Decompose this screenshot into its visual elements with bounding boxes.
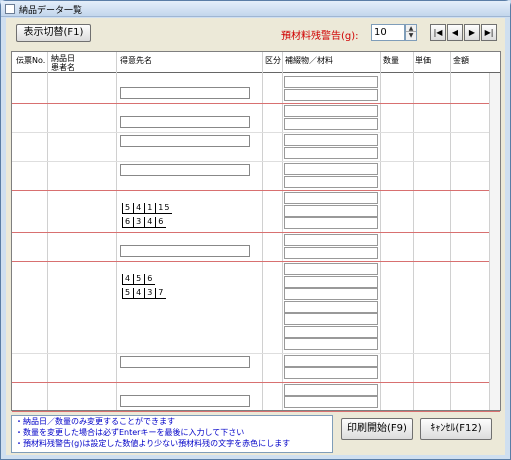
customer-detail-field[interactable] bbox=[120, 355, 250, 368]
col-divider bbox=[413, 52, 414, 410]
material-name bbox=[284, 234, 378, 246]
material-name bbox=[284, 354, 378, 367]
col-divider bbox=[262, 52, 263, 410]
material-name bbox=[284, 325, 378, 338]
tooth-code-digit: 4 bbox=[144, 217, 156, 228]
col-header-qty: 数量 bbox=[383, 56, 399, 65]
col-header-date: 納品日 bbox=[51, 54, 75, 63]
warning-threshold-label: 預材料残警告(g): bbox=[281, 31, 359, 42]
window-title: 納品データ一覧 bbox=[19, 6, 83, 16]
tooth-code-lower: 5437 bbox=[122, 288, 167, 299]
tooth-code-digit: 5 bbox=[122, 288, 134, 299]
tooth-code-digit: 3 bbox=[144, 288, 156, 299]
col-header-slip: 伝票No. bbox=[16, 56, 46, 65]
tooth-code-lower: 6346 bbox=[122, 217, 167, 228]
tooth-code-digit: 5 bbox=[133, 274, 145, 285]
material-name bbox=[284, 204, 378, 217]
material-name bbox=[284, 263, 378, 275]
row-divider bbox=[12, 161, 500, 162]
customer-detail-field[interactable] bbox=[120, 135, 250, 147]
material-name bbox=[284, 288, 378, 300]
nav-prev-button[interactable]: ◀ bbox=[447, 24, 463, 41]
tooth-code-digit: 7 bbox=[155, 288, 167, 299]
material-name bbox=[284, 246, 378, 259]
toggle-view-button[interactable]: 表示切替(F1) bbox=[16, 24, 91, 42]
vertical-scrollbar[interactable] bbox=[489, 73, 500, 410]
notes-panel: ・納品日／数量のみ変更することができます ・数量を変更した場合は必ずEnterキ… bbox=[11, 415, 333, 453]
tooth-code-digit: 1 bbox=[144, 203, 156, 214]
col-header-customer: 得意先名 bbox=[120, 56, 152, 65]
delivery-grid: 伝票No. 納品日 患者名 得意先名 区分 補綴物／材料 数量 単価 金額 54… bbox=[11, 51, 501, 412]
col-divider bbox=[450, 52, 451, 410]
print-button[interactable]: 印刷開始(F9) bbox=[341, 418, 413, 440]
material-name bbox=[284, 175, 378, 188]
col-header-material: 補綴物／材料 bbox=[285, 56, 333, 65]
material-name bbox=[284, 217, 378, 229]
row-divider bbox=[12, 410, 500, 412]
note-line: ・数量を変更した場合は必ずEnterキーを最後に入力して下さい bbox=[15, 428, 245, 437]
tooth-code-upper: 5 4 1 15 bbox=[122, 203, 173, 214]
customer-detail-field[interactable] bbox=[120, 87, 250, 99]
cancel-button[interactable]: ｷｬﾝｾﾙ(F12) bbox=[420, 418, 492, 440]
customer-detail-field[interactable] bbox=[120, 116, 250, 128]
material-name bbox=[284, 105, 378, 117]
client-area: 表示切替(F1) 預材料残警告(g): 10 ▲ ▼ |◀ ◀ ▶ ▶| 伝票N… bbox=[6, 18, 505, 455]
material-name bbox=[284, 367, 378, 379]
note-line: ・納品日／数量のみ変更することができます bbox=[15, 417, 175, 426]
col-divider bbox=[116, 52, 117, 410]
app-icon bbox=[5, 4, 15, 14]
material-name bbox=[284, 338, 378, 350]
tooth-code-digit: 15 bbox=[155, 203, 173, 214]
tooth-code-digit: 6 bbox=[144, 274, 156, 285]
customer-detail-field[interactable] bbox=[120, 245, 250, 257]
nav-next-button[interactable]: ▶ bbox=[464, 24, 480, 41]
material-name bbox=[284, 275, 378, 288]
customer-detail-field[interactable] bbox=[120, 164, 250, 176]
tooth-code-digit: 4 bbox=[133, 288, 145, 299]
col-divider bbox=[47, 52, 48, 410]
warning-threshold-input[interactable]: 10 bbox=[371, 24, 405, 41]
col-divider bbox=[380, 52, 381, 410]
row-divider bbox=[12, 381, 500, 383]
spin-down-icon[interactable]: ▼ bbox=[406, 32, 416, 39]
col-divider bbox=[282, 52, 283, 410]
tooth-code-digit: 6 bbox=[122, 217, 134, 228]
tooth-code-digit: 4 bbox=[133, 203, 145, 214]
tooth-code-digit: 4 bbox=[122, 274, 134, 285]
row-divider bbox=[12, 132, 500, 133]
material-name bbox=[284, 117, 378, 130]
tooth-code-upper: 456 bbox=[122, 274, 156, 285]
customer-detail-field[interactable] bbox=[120, 394, 250, 407]
title-bar: 納品データ一覧 bbox=[1, 1, 510, 17]
col-header-amount: 金額 bbox=[453, 56, 469, 65]
material-name bbox=[284, 300, 378, 313]
nav-last-button[interactable]: ▶| bbox=[481, 24, 497, 41]
main-window: 納品データ一覧 表示切替(F1) 預材料残警告(g): 10 ▲ ▼ |◀ ◀ … bbox=[0, 0, 511, 460]
header-divider bbox=[12, 72, 500, 73]
material-name bbox=[284, 76, 378, 88]
tooth-code-digit: 5 bbox=[122, 203, 134, 214]
warning-threshold-spinner[interactable]: ▲ ▼ bbox=[405, 24, 417, 41]
nav-first-button[interactable]: |◀ bbox=[430, 24, 446, 41]
row-divider bbox=[12, 232, 500, 233]
tooth-code-digit: 6 bbox=[155, 217, 167, 228]
tooth-code-digit: 3 bbox=[133, 217, 145, 228]
row-divider bbox=[12, 103, 500, 104]
row-divider bbox=[12, 352, 500, 354]
material-name bbox=[284, 146, 378, 159]
spin-up-icon[interactable]: ▲ bbox=[406, 25, 416, 32]
material-name bbox=[284, 313, 378, 325]
col-header-category: 区分 bbox=[265, 56, 281, 65]
row-divider bbox=[12, 190, 500, 191]
material-name bbox=[284, 383, 378, 396]
material-name bbox=[284, 192, 378, 204]
material-name bbox=[284, 396, 378, 408]
row-divider bbox=[12, 261, 500, 262]
material-name bbox=[284, 163, 378, 175]
material-name bbox=[284, 88, 378, 101]
material-name bbox=[284, 134, 378, 146]
col-header-person: 患者名 bbox=[51, 63, 75, 72]
note-line: ・預材料残警告(g)は設定した数値より少ない預材料残の文字を赤色にします bbox=[15, 439, 291, 448]
col-header-unit-price: 単価 bbox=[415, 56, 431, 65]
